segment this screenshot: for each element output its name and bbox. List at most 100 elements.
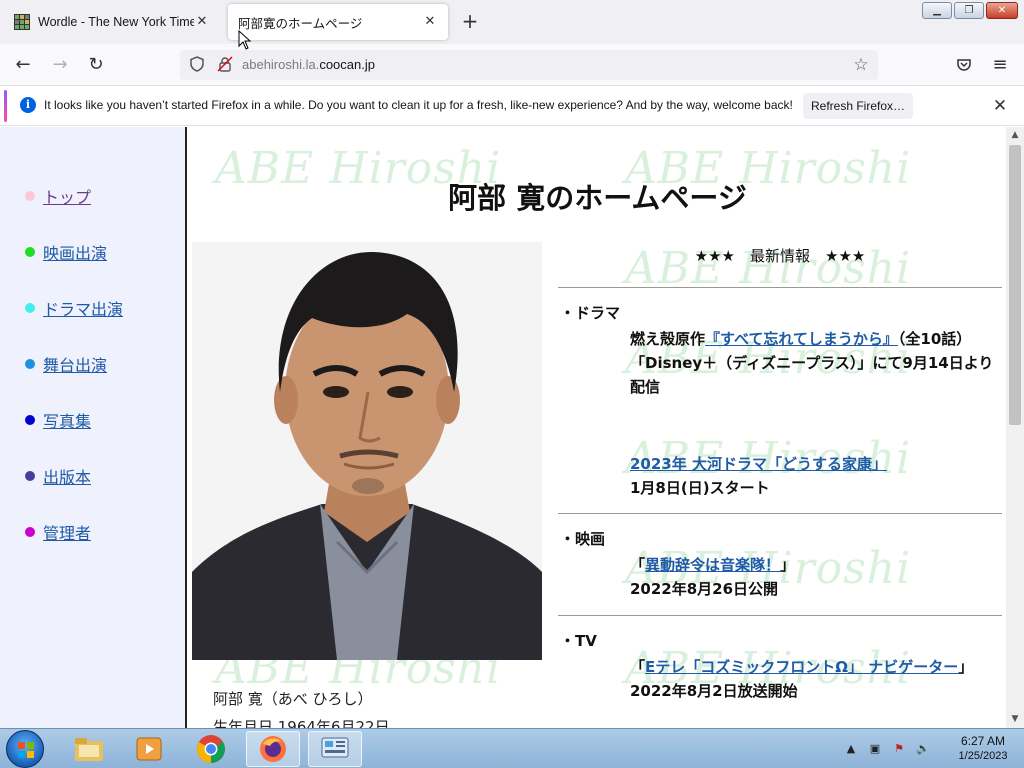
entry-text: 」 bbox=[958, 658, 974, 676]
sidebar-nav: トップ 映画出演 ドラマ出演 舞台出演 写真集 出版本 管理者 bbox=[0, 127, 187, 728]
network-icon[interactable]: ▣ bbox=[868, 742, 882, 756]
news-heading: ★★★ 最新情報 ★★★ bbox=[694, 247, 866, 265]
sidebar-item-publications[interactable]: 出版本 bbox=[25, 464, 91, 488]
drama-link-ieyasu[interactable]: 2023年 大河ドラマ「どうする家康」 bbox=[630, 455, 887, 473]
entry-text: 1月8日(日)スタート bbox=[630, 479, 770, 497]
window-controls: ▁ ❐ ✕ bbox=[922, 2, 1018, 19]
tab-strip: Wordle - The New York Times ✕ 阿部寛のホームページ… bbox=[0, 0, 1024, 44]
url-text[interactable]: abehiroshi.la.coocan.jp bbox=[242, 57, 375, 72]
reload-icon[interactable]: ↻ bbox=[84, 53, 108, 77]
show-hidden-icons-icon[interactable]: ▲ bbox=[844, 742, 858, 756]
scroll-down-arrow-icon[interactable]: ▼ bbox=[1006, 711, 1024, 728]
entry-text: （全10話） bbox=[897, 330, 972, 348]
start-button[interactable] bbox=[6, 730, 44, 768]
movie-entry: 「異動辞令は音楽隊！」 2022年8月26日公開 bbox=[630, 553, 996, 601]
drama-link-subete[interactable]: 『すべて忘れてしまうから』 bbox=[705, 330, 898, 348]
media-player-taskbar-icon[interactable] bbox=[122, 731, 176, 767]
wordle-favicon-icon bbox=[14, 14, 30, 30]
divider bbox=[558, 615, 1002, 616]
drama-entry-2: 2023年 大河ドラマ「どうする家康」 1月8日(日)スタート bbox=[630, 452, 996, 500]
firefox-taskbar-icon[interactable] bbox=[246, 731, 300, 767]
notification-accent bbox=[4, 90, 7, 122]
tab-close-icon[interactable]: ✕ bbox=[422, 14, 438, 30]
bullet-icon bbox=[25, 359, 35, 369]
drama-entry-1: 燃え殻原作『すべて忘れてしまうから』（全10話） 「Disney＋（ディズニープ… bbox=[630, 327, 996, 399]
vertical-scrollbar[interactable]: ▲ ▼ bbox=[1006, 127, 1024, 728]
sidebar-link[interactable]: 写真集 bbox=[43, 408, 91, 432]
tab-label: Wordle - The New York Times bbox=[38, 15, 194, 29]
entry-text: 2022年8月2日放送開始 bbox=[630, 682, 798, 700]
sidebar-link[interactable]: 舞台出演 bbox=[43, 352, 107, 376]
scroll-thumb[interactable] bbox=[1009, 145, 1021, 425]
divider bbox=[558, 513, 1002, 514]
tab-wordle[interactable]: Wordle - The New York Times ✕ bbox=[4, 4, 220, 40]
scroll-up-arrow-icon[interactable]: ▲ bbox=[1006, 127, 1024, 144]
sidebar-link[interactable]: 管理者 bbox=[43, 520, 91, 544]
section-title-tv: ・TV bbox=[560, 632, 597, 650]
sidebar-item-dramas[interactable]: ドラマ出演 bbox=[25, 296, 123, 320]
sidebar-item-stage[interactable]: 舞台出演 bbox=[25, 352, 107, 376]
restore-button[interactable]: ❐ bbox=[954, 2, 984, 19]
sidebar-link[interactable]: 映画出演 bbox=[43, 240, 107, 264]
clock-time[interactable]: 6:27 AM bbox=[948, 734, 1018, 748]
windows-taskbar: ▲ ▣ ⚑ 🔈 6:27 AM 1/25/2023 bbox=[0, 728, 1024, 768]
close-icon[interactable]: ✕ bbox=[990, 96, 1010, 116]
page-title: 阿部 寛のホームページ bbox=[448, 181, 747, 215]
bookmark-star-icon[interactable]: ☆ bbox=[852, 56, 870, 74]
sidebar-item-admin[interactable]: 管理者 bbox=[25, 520, 91, 544]
bullet-icon bbox=[25, 471, 35, 481]
tv-link[interactable]: Eテレ「コズミックフロントΩ」 ナビゲーター bbox=[645, 658, 958, 676]
hamburger-menu-icon[interactable]: ≡ bbox=[988, 53, 1012, 77]
tab-close-icon[interactable]: ✕ bbox=[194, 14, 210, 30]
tv-entry: 「Eテレ「コズミックフロントΩ」 ナビゲーター」 2022年8月2日放送開始 bbox=[630, 655, 996, 703]
bullet-icon bbox=[25, 527, 35, 537]
minimize-button[interactable]: ▁ bbox=[922, 2, 952, 19]
entry-text: 「 bbox=[630, 556, 646, 574]
tab-abe-homepage[interactable]: 阿部寛のホームページ ✕ bbox=[228, 4, 448, 40]
url-subdomain: abehiroshi.la. bbox=[242, 57, 320, 72]
sidebar-link[interactable]: 出版本 bbox=[43, 464, 91, 488]
movie-link[interactable]: 異動辞令は音楽隊！ bbox=[645, 556, 780, 574]
action-center-flag-icon[interactable]: ⚑ bbox=[892, 742, 906, 756]
page-viewport: トップ 映画出演 ドラマ出演 舞台出演 写真集 出版本 管理者 ABE Hiro… bbox=[0, 127, 1024, 728]
pocket-icon[interactable] bbox=[952, 53, 976, 77]
system-tray: ▲ ▣ ⚑ 🔈 6:27 AM 1/25/2023 bbox=[840, 729, 1024, 768]
section-title-movie: ・映画 bbox=[560, 530, 606, 548]
chrome-taskbar-icon[interactable] bbox=[184, 731, 238, 767]
sidebar-link[interactable]: ドラマ出演 bbox=[43, 296, 123, 320]
bullet-icon bbox=[25, 191, 35, 201]
profile-name: 阿部 寛（あべ ひろし） bbox=[213, 690, 373, 708]
sidebar-item-photobooks[interactable]: 写真集 bbox=[25, 408, 91, 432]
forward-arrow-icon[interactable]: → bbox=[48, 53, 72, 77]
sidebar-link[interactable]: トップ bbox=[43, 184, 91, 208]
back-arrow-icon[interactable]: ← bbox=[11, 53, 35, 77]
close-window-button[interactable]: ✕ bbox=[986, 2, 1018, 19]
windows-logo-icon bbox=[18, 742, 34, 758]
shield-icon[interactable] bbox=[188, 56, 206, 74]
entry-text: 「 bbox=[630, 658, 646, 676]
sidebar-item-movies[interactable]: 映画出演 bbox=[25, 240, 107, 264]
bullet-icon bbox=[25, 415, 35, 425]
url-bar[interactable]: abehiroshi.la.coocan.jp ☆ bbox=[180, 50, 878, 80]
url-domain: coocan.jp bbox=[319, 57, 375, 72]
volume-icon[interactable]: 🔈 bbox=[916, 742, 930, 756]
bullet-icon bbox=[25, 303, 35, 313]
bullet-icon bbox=[25, 247, 35, 257]
tab-label: 阿部寛のホームページ bbox=[238, 16, 363, 31]
entry-text: 燃え殻原作 bbox=[630, 330, 706, 348]
divider bbox=[558, 287, 1002, 288]
control-panel-taskbar-icon[interactable] bbox=[308, 731, 362, 767]
entry-text: 「Disney＋（ディズニープラス）」にて9月14日より配信 bbox=[630, 354, 994, 396]
info-icon: i bbox=[20, 97, 36, 113]
section-title-drama: ・ドラマ bbox=[560, 304, 621, 322]
new-tab-button[interactable]: + bbox=[458, 10, 482, 34]
file-explorer-taskbar-icon[interactable] bbox=[62, 731, 116, 767]
refresh-firefox-button[interactable]: Refresh Firefox… bbox=[803, 93, 913, 119]
sidebar-item-top[interactable]: トップ bbox=[25, 184, 91, 208]
mouse-cursor-icon bbox=[238, 30, 252, 50]
clock-date[interactable]: 1/25/2023 bbox=[948, 750, 1018, 762]
portrait-photo bbox=[192, 242, 542, 660]
navigation-toolbar: ← → ↻ abehiroshi.la.coocan.jp ☆ ≡ bbox=[0, 44, 1024, 86]
refresh-firefox-notification: i It looks like you haven’t started Fire… bbox=[0, 86, 1024, 126]
insecure-lock-icon[interactable] bbox=[216, 56, 234, 74]
